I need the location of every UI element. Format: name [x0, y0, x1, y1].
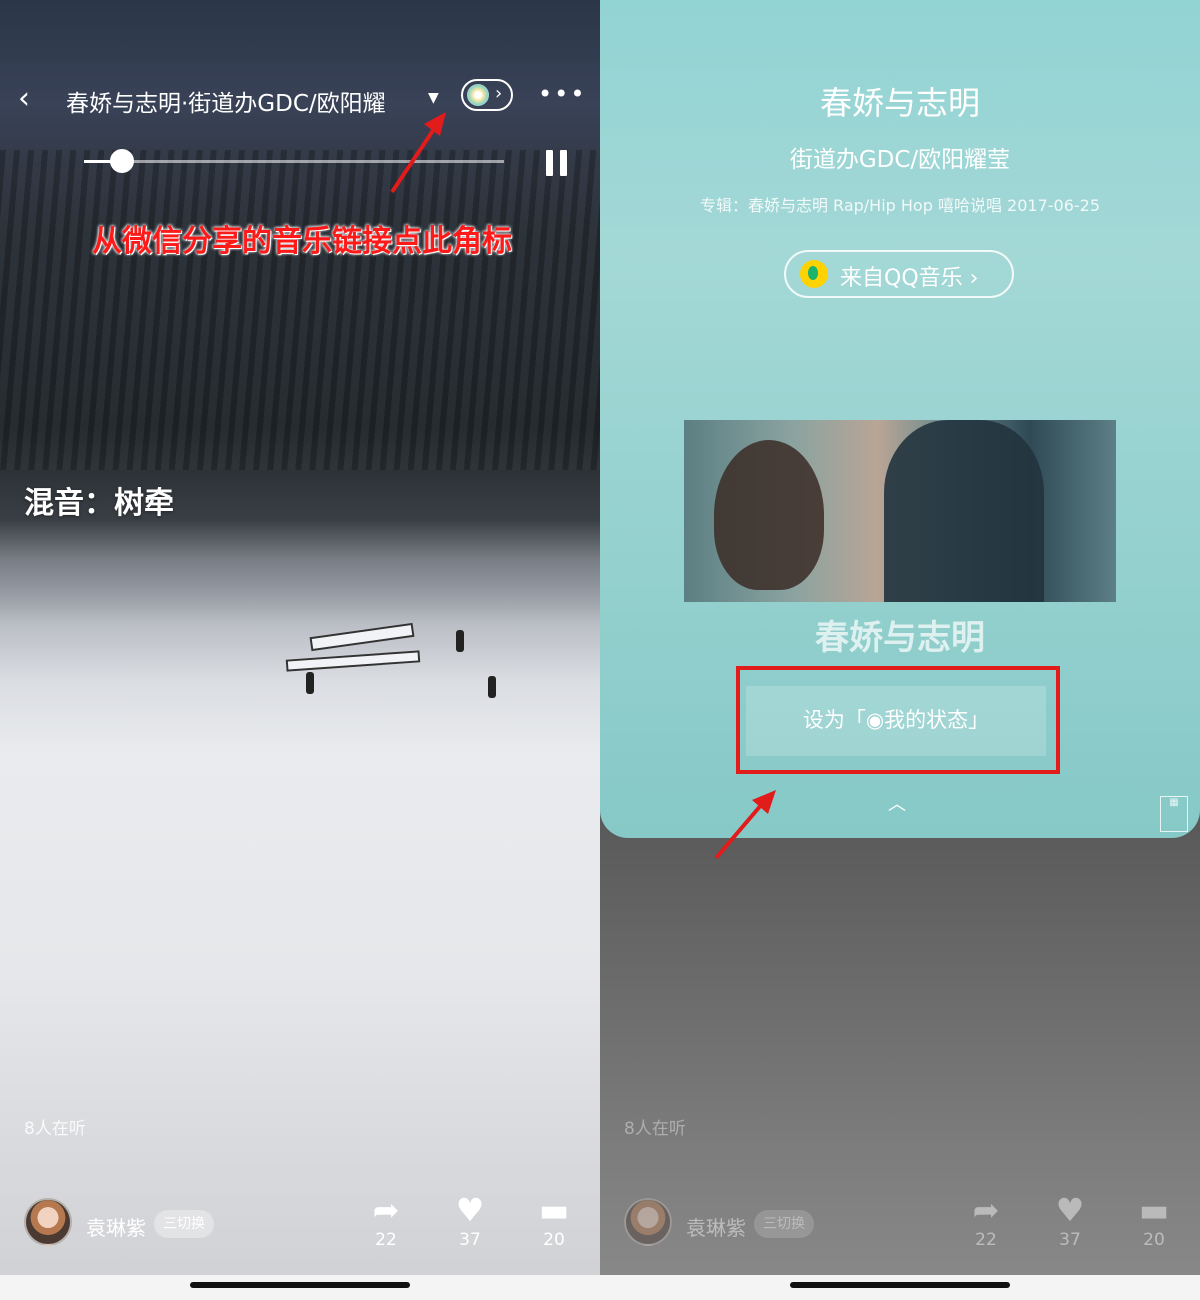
annotation-text: 从微信分享的音乐链接点此角标: [92, 224, 512, 259]
switch-button[interactable]: 三切换: [154, 1210, 214, 1238]
home-indicator[interactable]: [790, 1282, 1010, 1288]
share-button[interactable]: ➦ 22: [356, 1190, 416, 1260]
mix-credit: 混音：树牵: [24, 486, 174, 521]
like-button[interactable]: ♥ 37: [440, 1190, 500, 1260]
share-count: 22: [375, 1230, 397, 1250]
like-button[interactable]: ♥ 37: [1040, 1190, 1100, 1260]
username[interactable]: 袁琳紫: [86, 1212, 146, 1241]
comment-count: 20: [1143, 1230, 1165, 1250]
comment-button[interactable]: ▬ 20: [1124, 1190, 1184, 1260]
skier: [306, 672, 314, 694]
avatar[interactable]: [624, 1198, 672, 1246]
share-icon: ➦: [972, 1191, 1000, 1229]
listener-count: 8人在听: [624, 1119, 686, 1139]
share-icon: ➦: [372, 1191, 400, 1229]
right-screenshot: 春娇与志明 街道办GDC/欧阳耀莹 专辑：春娇与志明 Rap/Hip Hop 嘻…: [600, 0, 1200, 1300]
bottom-bar: 袁琳紫 三切换 ➦ 22 ♥ 37 ▬ 20: [600, 1190, 1200, 1260]
comment-icon: ▬: [538, 1191, 570, 1229]
switch-button[interactable]: 三切换: [754, 1210, 814, 1238]
avatar[interactable]: [24, 1198, 72, 1246]
comment-count: 20: [543, 1230, 565, 1250]
left-screenshot: ‹ 春娇与志明·街道办GDC/欧阳耀 ▼ › ••• 从微信分享的音乐链接点此角…: [0, 0, 600, 1300]
share-count: 22: [975, 1230, 997, 1250]
comment-button[interactable]: ▬ 20: [524, 1190, 584, 1260]
bottom-strip: [0, 1275, 1200, 1300]
share-button[interactable]: ➦ 22: [956, 1190, 1016, 1260]
home-indicator[interactable]: [190, 1282, 410, 1288]
heart-icon: ♥: [455, 1191, 485, 1229]
like-count: 37: [459, 1230, 481, 1250]
comment-icon: ▬: [1138, 1191, 1170, 1229]
skier: [456, 630, 464, 652]
like-count: 37: [1059, 1230, 1081, 1250]
skier: [488, 676, 496, 698]
heart-icon: ♥: [1055, 1191, 1085, 1229]
username[interactable]: 袁琳紫: [686, 1212, 746, 1241]
bottom-bar: 袁琳紫 三切换 ➦ 22 ♥ 37 ▬ 20: [0, 1190, 600, 1260]
listener-count: 8人在听: [24, 1119, 86, 1139]
